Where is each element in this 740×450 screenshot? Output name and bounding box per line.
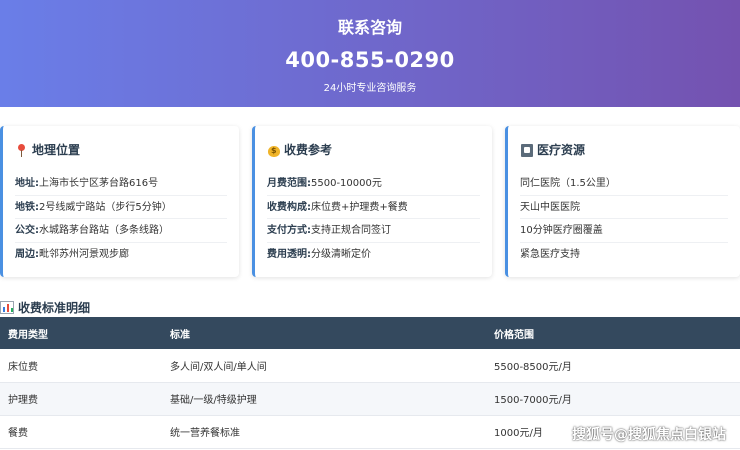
location-row-subway: 地铁:2号线威宁路站（步行5分钟） (15, 196, 227, 219)
location-card-title: 地理位置 (32, 143, 81, 157)
fee-row-payment: 支付方式:支持正规合同签订 (267, 219, 480, 243)
contact-title: 联系咨询 (337, 18, 402, 37)
fee-section-title-text: 收费标准明细 (18, 301, 91, 315)
medical-row-emergency: 紧急医疗支持 (520, 248, 580, 260)
medical-card-header: 医疗资源 (520, 141, 585, 158)
fee-table-header: 费用类型 标准 价格范围 (0, 317, 740, 349)
fee-row-range: 月费范围:5500-10000元 (267, 172, 480, 196)
header-price-range: 价格范围 (494, 329, 534, 341)
cell-price: 1500-7000元/月 (494, 395, 572, 406)
fee-card-title: 收费参考 (284, 143, 333, 157)
cell-fee-type: 餐费 (8, 428, 28, 439)
pin-icon (15, 143, 29, 157)
fee-section-title: 收费标准明细 (0, 299, 90, 316)
fee-reference-card: 收费参考 月费范围:5500-10000元 收费构成:床位费+护理费+餐费 支付… (252, 126, 492, 277)
cell-standard: 基础/一级/特级护理 (170, 395, 257, 406)
hospital-icon (520, 143, 534, 157)
fee-row-composition: 收费构成:床位费+护理费+餐费 (267, 196, 480, 219)
contact-subtitle: 24小时专业咨询服务 (323, 83, 417, 94)
location-row-address: 地址:上海市长宁区茅台路616号 (15, 172, 227, 196)
medical-resources-card: 医疗资源 同仁医院（1.5公里） 天山中医医院 10分钟医疗圈覆盖 紧急医疗支持 (505, 126, 740, 277)
contact-banner: 联系咨询 400-855-0290 24小时专业咨询服务 (0, 0, 740, 107)
cell-price: 5500-8500元/月 (494, 361, 572, 373)
medical-card-title: 医疗资源 (537, 143, 586, 157)
header-standard: 标准 (170, 329, 190, 341)
bar-chart-icon (0, 301, 14, 314)
fee-card-header: 收费参考 (267, 141, 332, 158)
location-card: 地理位置 地址:上海市长宁区茅台路616号 地铁:2号线威宁路站（步行5分钟） … (0, 126, 239, 277)
money-bag-icon (267, 143, 281, 157)
watermark: 搜狐号@搜狐焦点白银站 (572, 427, 726, 443)
cell-fee-type: 护理费 (8, 395, 38, 406)
cell-fee-type: 床位费 (8, 361, 38, 373)
table-row: 护理费 基础/一级/特级护理 1500-7000元/月 (0, 382, 740, 415)
table-row: 床位费 多人间/双人间/单人间 5500-8500元/月 (0, 349, 740, 382)
medical-row-hospital: 同仁医院（1.5公里） (520, 172, 728, 196)
cell-standard: 多人间/双人间/单人间 (170, 361, 267, 373)
location-row-nearby: 周边:毗邻苏州河景观步廊 (15, 248, 129, 260)
fee-row-transparency: 费用透明:分级清晰定价 (267, 248, 371, 260)
contact-phone[interactable]: 400-855-0290 (0, 48, 740, 72)
location-row-bus: 公交:水城路茅台路站（多条线路） (15, 219, 227, 243)
cell-standard: 统一营养餐标准 (170, 428, 240, 439)
medical-row-tcm: 天山中医医院 (520, 196, 728, 219)
header-fee-type: 费用类型 (8, 329, 48, 341)
location-card-header: 地理位置 (15, 141, 80, 158)
medical-row-coverage: 10分钟医疗圈覆盖 (520, 219, 728, 243)
